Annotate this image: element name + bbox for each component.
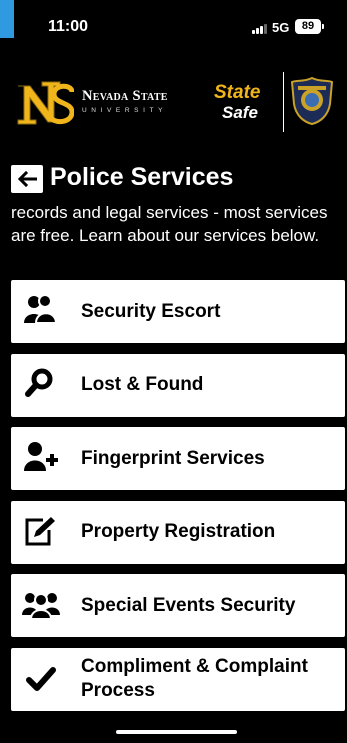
- service-label: Compliment & Complaint Process: [81, 656, 308, 701]
- service-security-escort[interactable]: Security Escort: [11, 280, 345, 343]
- intro-text: records and legal services - most servic…: [11, 203, 328, 245]
- network-type: 5G: [272, 20, 290, 35]
- nsu-logo-icon: [17, 81, 74, 125]
- university-name: Nevada State: [82, 88, 168, 104]
- university-subtitle: UNIVERSITY: [82, 107, 168, 114]
- state-safe-logo-line1: State: [214, 82, 261, 103]
- service-label: Property Registration: [81, 521, 276, 542]
- arrow-left-icon: [17, 171, 37, 187]
- service-property-registration[interactable]: Property Registration: [11, 500, 345, 564]
- state-safe-logo-line2: Safe: [222, 103, 258, 122]
- page-title: Police Services: [50, 163, 234, 191]
- status-bar: 11:00 5G 89: [0, 18, 347, 38]
- signal-icon: [252, 24, 268, 34]
- service-fingerprint[interactable]: Fingerprint Services: [11, 427, 345, 490]
- edit-icon: [21, 514, 61, 550]
- service-special-events[interactable]: Special Events Security: [11, 574, 345, 637]
- service-label: Security Escort: [81, 300, 221, 322]
- checkmark-icon: [21, 661, 61, 697]
- brand-divider: [283, 72, 284, 132]
- group-icon: [21, 587, 61, 623]
- service-label: Fingerprint Services: [81, 447, 265, 469]
- service-label: Lost & Found: [81, 374, 204, 395]
- user-plus-icon: [21, 440, 61, 476]
- magnifier-icon: [21, 367, 61, 403]
- users-icon: [21, 293, 61, 329]
- services-list: Security Escort Lost & Found Fingerprint…: [11, 280, 345, 721]
- home-indicator[interactable]: [116, 730, 237, 734]
- back-button[interactable]: [11, 165, 43, 193]
- service-label: Special Events Security: [81, 594, 296, 616]
- battery-icon: 89: [295, 19, 324, 34]
- police-badge-icon: [290, 76, 334, 126]
- service-compliment-complaint[interactable]: Compliment & Complaint Process: [11, 647, 345, 711]
- service-lost-found[interactable]: Lost & Found: [11, 353, 345, 417]
- status-time: 11:00: [48, 18, 89, 35]
- brand-header: Nevada State UNIVERSITY State Safe: [0, 70, 347, 134]
